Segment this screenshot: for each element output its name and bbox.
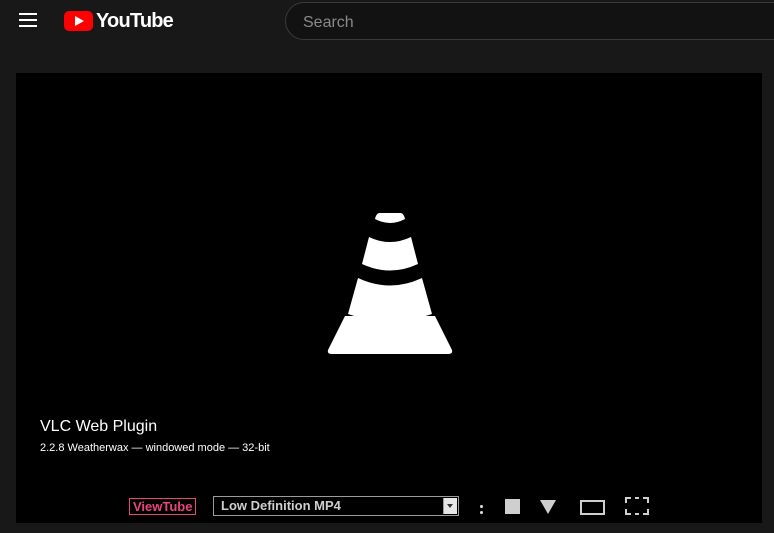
search-input[interactable] [301,11,765,35]
chevron-down-icon[interactable] [443,498,457,514]
search-box[interactable] [285,2,774,40]
hamburger-menu-icon[interactable] [19,13,37,27]
widescreen-icon[interactable] [580,500,605,515]
youtube-play-icon [64,11,93,31]
top-bar: YouTube [0,0,774,44]
vlc-cone-icon [327,213,453,354]
youtube-logo[interactable]: YouTube [64,9,174,32]
plugin-title: VLC Web Plugin [40,418,158,435]
viewtube-button[interactable]: ViewTube [129,498,197,515]
logo-text: YouTube [96,9,174,32]
video-player[interactable]: VLC Web Plugin 2.2.8 Weatherwax — window… [16,73,762,523]
player-controls: ViewTube Low Definition MP4 [16,493,762,523]
fullscreen-icon[interactable] [625,497,649,515]
quality-selected-value: Low Definition MP4 [221,498,341,513]
plugin-version: 2.2.8 Weatherwax — windowed mode — 32-bi… [40,442,270,454]
quality-select[interactable]: Low Definition MP4 [213,496,459,516]
download-icon[interactable] [540,500,556,514]
more-icon[interactable] [479,502,485,516]
stop-icon[interactable] [505,499,520,514]
